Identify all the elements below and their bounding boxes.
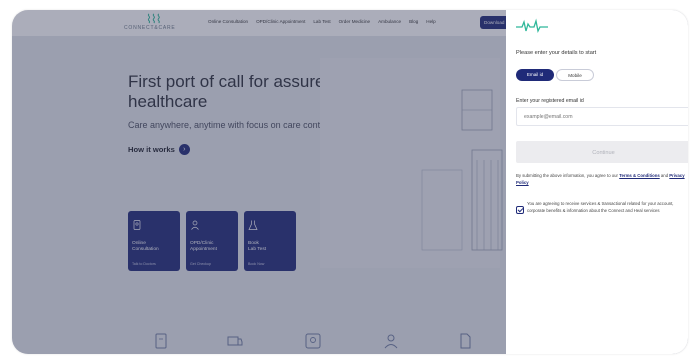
login-method-toggle: Email id Mobile — [516, 69, 594, 81]
terms-conditions-link[interactable]: Terms & Conditions — [619, 173, 660, 178]
email-label: Enter your registered email id — [516, 98, 584, 104]
email-input[interactable] — [516, 107, 688, 126]
login-panel: Please enter your details to start Email… — [506, 10, 688, 354]
terms-text: By submitting the above information, you… — [516, 173, 618, 178]
continue-button[interactable]: Continue — [516, 141, 688, 163]
brand-logo-icon — [516, 18, 548, 33]
browser-viewport: ⌇⌇⌇ CONNECT&CARE Online Consultation OPD… — [12, 10, 688, 354]
consent-row: You are agreeing to receive services & t… — [516, 200, 688, 214]
details-prompt: Please enter your details to start — [516, 50, 597, 56]
consent-checkbox[interactable] — [516, 206, 524, 214]
email-id-toggle[interactable]: Email id — [516, 69, 554, 81]
terms-notice: By submitting the above information, you… — [516, 172, 688, 186]
terms-and-text: and — [660, 173, 669, 178]
consent-text: You are agreeing to receive services & t… — [527, 201, 674, 213]
mobile-toggle[interactable]: Mobile — [556, 69, 594, 81]
